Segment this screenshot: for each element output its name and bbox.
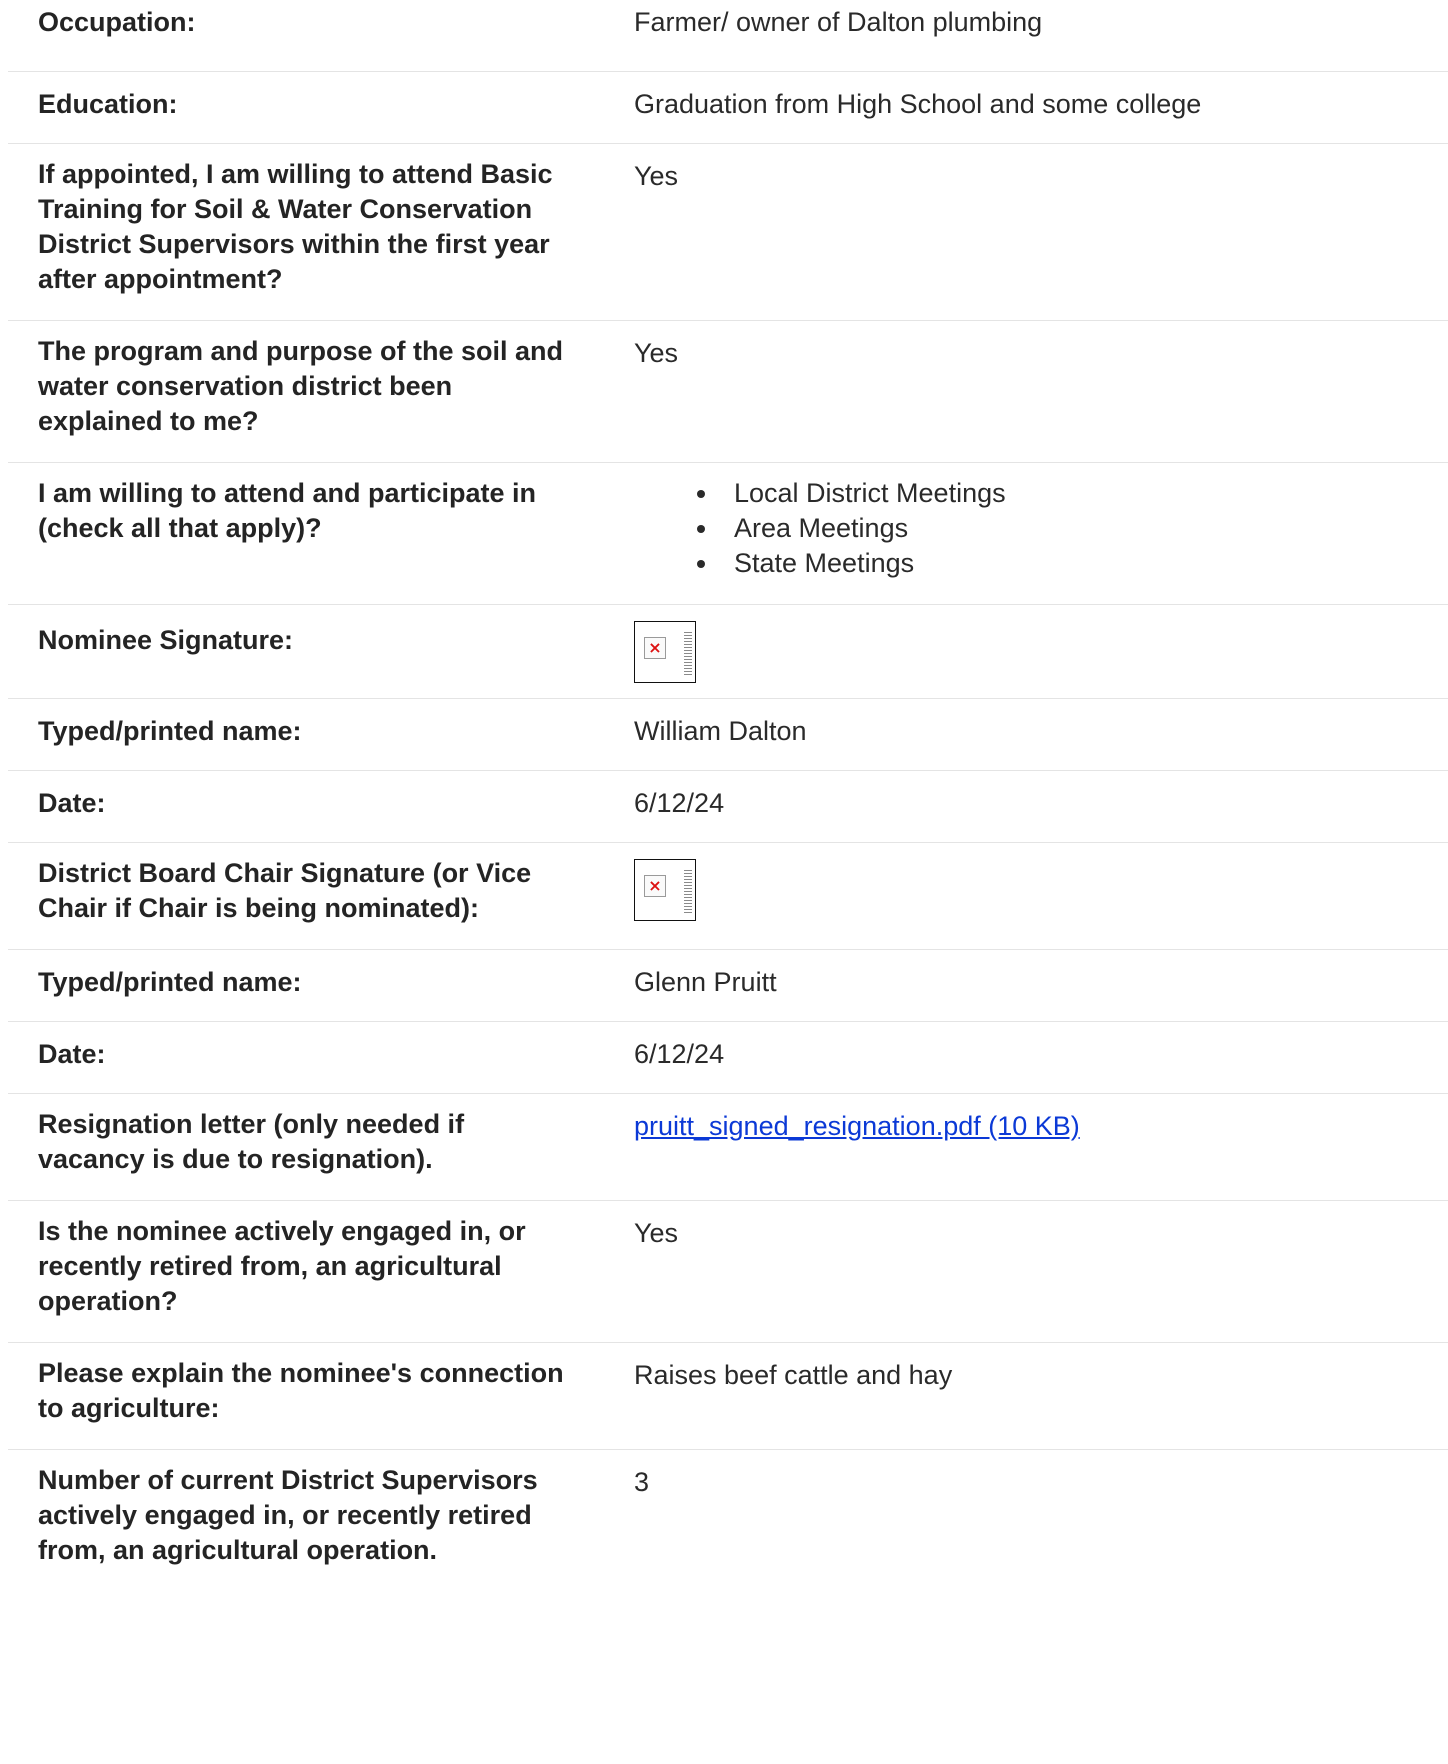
field-label: Date: [38,1039,106,1069]
broken-image-icon: × [644,637,666,659]
field-value: Yes [634,338,679,368]
field-value: Graduation from High School and some col… [634,89,1202,119]
row-chair-date: Date: 6/12/24 [8,1022,1448,1094]
row-ag-connection: Please explain the nominee's connection … [8,1343,1448,1450]
broken-image-icon: × [644,875,666,897]
field-value: Farmer/ owner of Dalton plumbing [634,7,1043,37]
field-label: Number of current District Supervisors a… [38,1465,538,1565]
field-label: Typed/printed name: [38,716,302,746]
meetings-list: Local District Meetings Area Meetings St… [634,476,1448,581]
row-occupation: Occupation: Farmer/ owner of Dalton plum… [8,0,1448,72]
row-ag-engaged: Is the nominee actively engaged in, or r… [8,1201,1448,1343]
field-value: Yes [634,161,679,191]
signature-ticks [684,870,692,914]
nominee-signature-image: × [634,621,696,683]
field-value: 6/12/24 [634,1039,725,1069]
list-item: State Meetings [720,546,1448,581]
field-label: I am willing to attend and participate i… [38,478,537,543]
field-value: Yes [634,1218,679,1248]
field-value: pruitt_signed_resignation.pdf (10 KB) [598,1107,1448,1186]
field-label: Occupation: [38,7,196,37]
row-resignation-letter: Resignation letter (only needed if vacan… [8,1094,1448,1201]
field-value: Raises beef cattle and hay [634,1360,953,1390]
field-value: Local District Meetings Area Meetings St… [598,476,1448,590]
field-label: Is the nominee actively engaged in, or r… [38,1216,526,1316]
chair-signature-image: × [634,859,696,921]
row-education: Education: Graduation from High School a… [8,72,1448,144]
field-label: Education: [38,89,178,119]
field-label: Date: [38,788,106,818]
field-label: The program and purpose of the soil and … [38,336,564,436]
row-basic-training: If appointed, I am willing to attend Bas… [8,144,1448,321]
row-chair-signature: District Board Chair Signature (or Vice … [8,843,1448,950]
resignation-letter-link[interactable]: pruitt_signed_resignation.pdf (10 KB) [634,1111,1080,1141]
row-nominee-signature: Nominee Signature: × [8,605,1448,699]
field-value: Glenn Pruitt [634,967,777,997]
signature-ticks [684,632,692,676]
field-label: District Board Chair Signature (or Vice … [38,858,532,923]
row-program-explained: The program and purpose of the soil and … [8,321,1448,463]
row-nominee-name: Typed/printed name: William Dalton [8,699,1448,771]
field-value: 3 [634,1467,650,1497]
row-meetings: I am willing to attend and participate i… [8,463,1448,605]
field-label: Resignation letter (only needed if vacan… [38,1109,465,1174]
list-item: Area Meetings [720,511,1448,546]
row-supervisor-count: Number of current District Supervisors a… [8,1450,1448,1600]
field-label: If appointed, I am willing to attend Bas… [38,159,553,294]
field-label: Typed/printed name: [38,967,302,997]
row-nominee-date: Date: 6/12/24 [8,771,1448,843]
list-item: Local District Meetings [720,476,1448,511]
field-value: William Dalton [634,716,807,746]
field-value: × [598,621,1448,684]
field-value: 6/12/24 [634,788,725,818]
field-label: Please explain the nominee's connection … [38,1358,564,1423]
field-value: × [598,856,1448,935]
row-chair-name: Typed/printed name: Glenn Pruitt [8,950,1448,1022]
field-label: Nominee Signature: [38,625,294,655]
form-table: Occupation: Farmer/ owner of Dalton plum… [8,0,1448,1600]
